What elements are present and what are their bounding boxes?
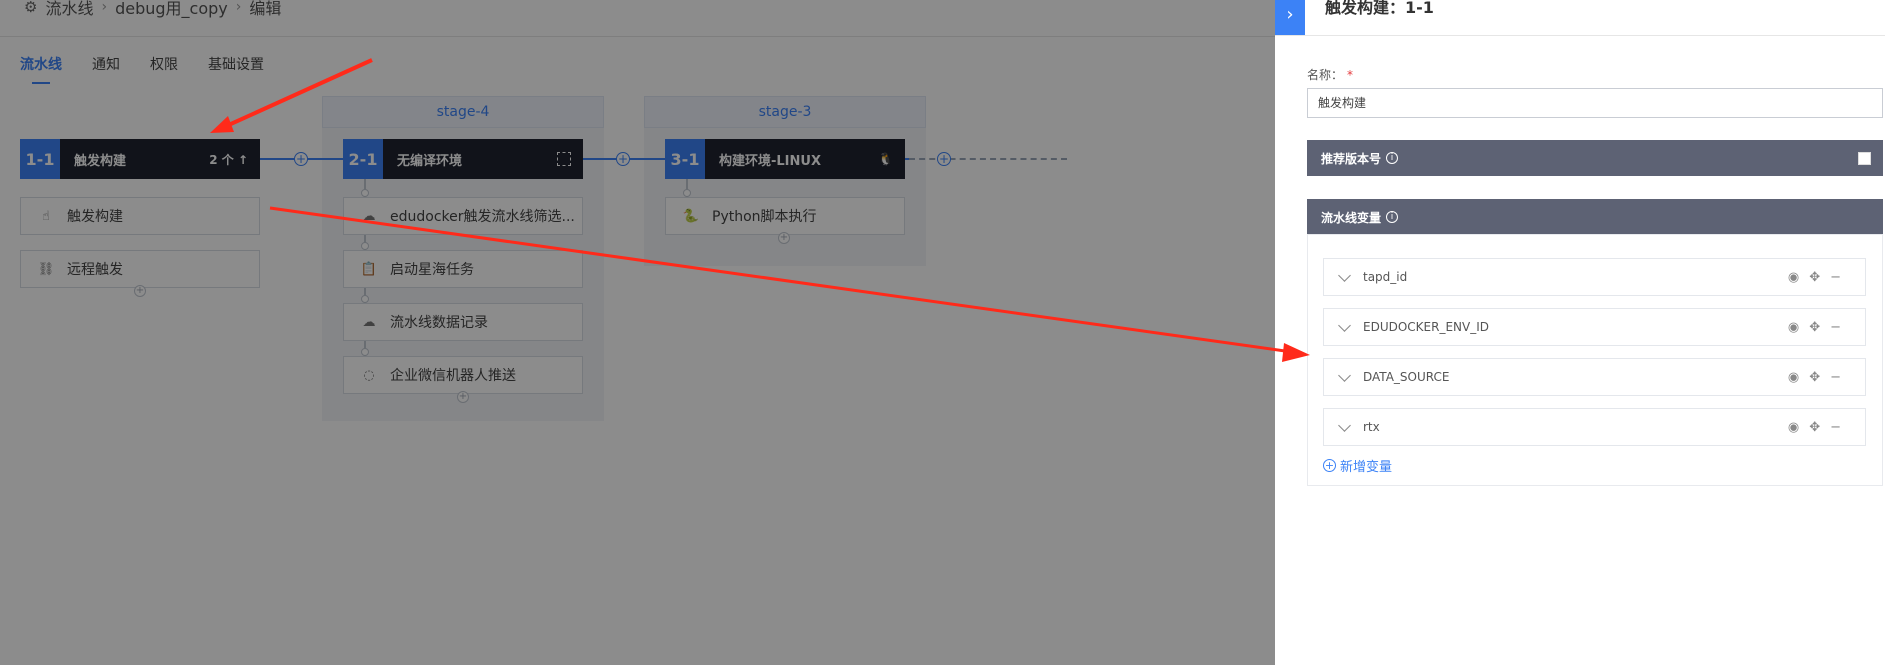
collapse-panel-button[interactable]: ›	[1275, 0, 1305, 36]
chevron-down-icon[interactable]	[1338, 418, 1351, 432]
chevron-down-icon[interactable]	[1338, 368, 1351, 382]
info-icon[interactable]: i	[1386, 152, 1399, 164]
variable-item[interactable]: DATA_SOURCE ◉ ✥ −	[1323, 358, 1866, 396]
eye-icon[interactable]: ◉	[1788, 370, 1799, 385]
variable-item[interactable]: EDUDOCKER_ENV_ID ◉ ✥ −	[1323, 308, 1866, 346]
job-config-panel: › 触发构建：1-1 名称： * 触发构建 推荐版本号 i 流水线变量 i tap…	[1275, 0, 1885, 665]
recommend-version-checkbox[interactable]	[1858, 151, 1871, 165]
eye-icon[interactable]: ◉	[1788, 420, 1799, 435]
pipeline-vars-header[interactable]: 流水线变量 i	[1307, 199, 1883, 235]
required-mark: *	[1347, 68, 1354, 82]
name-label: 名称： *	[1307, 68, 1354, 82]
minus-icon[interactable]: −	[1830, 270, 1841, 285]
variable-item[interactable]: tapd_id ◉ ✥ −	[1323, 258, 1866, 296]
panel-divider	[1275, 35, 1885, 36]
info-icon[interactable]: i	[1386, 211, 1399, 223]
chevron-down-icon[interactable]	[1338, 268, 1351, 282]
section-title: 流水线变量	[1321, 210, 1382, 225]
minus-icon[interactable]: −	[1830, 370, 1841, 385]
job-name-input[interactable]: 触发构建	[1307, 88, 1883, 118]
chevron-right-icon: ›	[1286, 4, 1294, 25]
section-title: 推荐版本号	[1321, 151, 1382, 166]
recommend-version-header[interactable]: 推荐版本号 i	[1307, 140, 1883, 176]
add-variable-button[interactable]: + 新增变量	[1323, 456, 1392, 475]
eye-icon[interactable]: ◉	[1788, 270, 1799, 285]
variable-name: EDUDOCKER_ENV_ID	[1363, 320, 1490, 334]
variable-name: DATA_SOURCE	[1363, 370, 1450, 384]
minus-icon[interactable]: −	[1830, 320, 1841, 335]
variable-name: rtx	[1363, 420, 1380, 434]
eye-icon[interactable]: ◉	[1788, 320, 1799, 335]
minus-icon[interactable]: −	[1830, 420, 1841, 435]
add-variable-label: 新增变量	[1340, 460, 1393, 475]
modal-overlay[interactable]	[0, 0, 1275, 665]
panel-title: 触发构建：1-1	[1325, 0, 1434, 17]
drag-move-icon[interactable]: ✥	[1809, 270, 1820, 285]
drag-move-icon[interactable]: ✥	[1809, 420, 1820, 435]
pipeline-vars-list: tapd_id ◉ ✥ − EDUDOCKER_ENV_ID ◉ ✥ − DATA_SO…	[1307, 234, 1883, 486]
drag-move-icon[interactable]: ✥	[1809, 370, 1820, 385]
chevron-down-icon[interactable]	[1338, 318, 1351, 332]
variable-item[interactable]: rtx ◉ ✥ −	[1323, 408, 1866, 446]
pipeline-editor: ⚙ 流水线 › debug用_copy › 编辑 流水线 通知 权限 基础设置 …	[0, 0, 1275, 665]
plus-circle-icon: +	[1323, 459, 1336, 472]
drag-move-icon[interactable]: ✥	[1809, 320, 1820, 335]
variable-name: tapd_id	[1363, 270, 1408, 284]
